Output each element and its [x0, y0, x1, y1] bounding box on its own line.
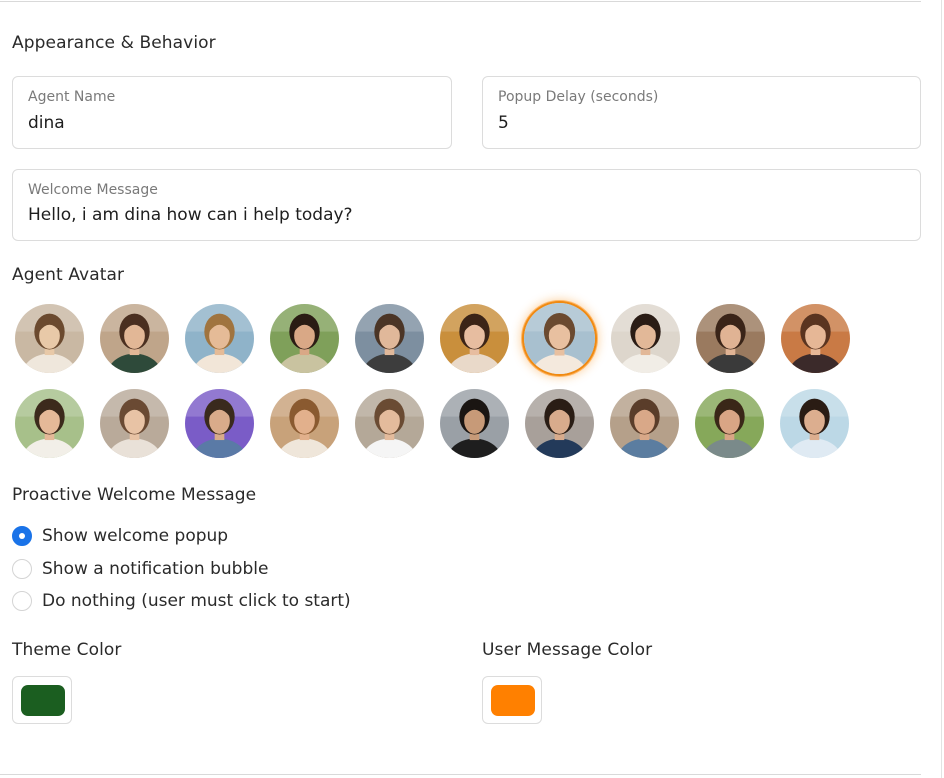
- avatar-man-coffee-icon[interactable]: [610, 389, 679, 458]
- radio-label: Do nothing (user must click to start): [42, 591, 351, 611]
- welcome-message-input[interactable]: [28, 205, 908, 225]
- avatar-woman-graffiti-icon[interactable]: [185, 389, 254, 458]
- welcome-message-field[interactable]: Welcome Message: [12, 169, 921, 241]
- welcome-message-label: Welcome Message: [28, 182, 158, 198]
- popup-delay-label: Popup Delay (seconds): [498, 89, 659, 105]
- radio-circle[interactable]: [12, 526, 32, 546]
- top-divider: [0, 1, 921, 2]
- radio-do-nothing[interactable]: Do nothing (user must click to start): [12, 591, 351, 611]
- user-message-color-picker[interactable]: [482, 676, 542, 724]
- agent-name-field[interactable]: Agent Name: [12, 76, 452, 149]
- theme-color-swatch: [21, 685, 65, 716]
- avatar-man-gym-icon[interactable]: [440, 389, 509, 458]
- avatar-woman-city-glass-icon[interactable]: [355, 304, 424, 373]
- avatar-woman-cafe-street-icon[interactable]: [100, 304, 169, 373]
- avatar-woman-phone-icon[interactable]: [355, 389, 424, 458]
- section-title: Appearance & Behavior: [12, 33, 216, 53]
- avatar-man-park-icon[interactable]: [695, 389, 764, 458]
- avatar-woman-city-street-icon[interactable]: [15, 304, 84, 373]
- agent-name-input[interactable]: [28, 113, 439, 133]
- radio-label: Show welcome popup: [42, 526, 229, 546]
- avatar-row-1: [15, 303, 850, 374]
- avatar-row-2: [15, 389, 849, 458]
- avatar-woman-juice-icon[interactable]: [15, 389, 84, 458]
- user-message-color-swatch: [491, 685, 535, 716]
- avatar-woman-curly-icon[interactable]: [270, 389, 339, 458]
- avatar-woman-coffee-cafe-icon[interactable]: [696, 304, 765, 373]
- popup-delay-input[interactable]: [498, 113, 908, 133]
- popup-delay-field[interactable]: Popup Delay (seconds): [482, 76, 921, 149]
- avatar-woman-sofa-icon[interactable]: [611, 304, 680, 373]
- proactive-title: Proactive Welcome Message: [12, 485, 257, 505]
- radio-show-welcome-popup[interactable]: Show welcome popup: [12, 526, 228, 546]
- bottom-divider: [0, 774, 921, 775]
- radio-circle[interactable]: [12, 591, 32, 611]
- agent-name-label: Agent Name: [28, 89, 116, 105]
- avatar-man-suit-icon[interactable]: [525, 389, 594, 458]
- avatar-woman-sunset-city-icon[interactable]: [781, 304, 850, 373]
- theme-color-label: Theme Color: [12, 640, 122, 660]
- avatar-woman-seaside-selected-icon[interactable]: [524, 303, 595, 374]
- avatar-woman-street-smile-icon[interactable]: [100, 389, 169, 458]
- user-message-color-label: User Message Color: [482, 640, 653, 660]
- avatar-man-beach-icon[interactable]: [780, 389, 849, 458]
- radio-circle[interactable]: [12, 559, 32, 579]
- scroll-edge: [941, 0, 942, 778]
- radio-label: Show a notification bubble: [42, 559, 269, 579]
- agent-avatar-title: Agent Avatar: [12, 265, 125, 285]
- avatar-woman-arcade-icon[interactable]: [440, 304, 509, 373]
- radio-show-notification-bubble[interactable]: Show a notification bubble: [12, 559, 268, 579]
- avatar-woman-beach-icon[interactable]: [185, 304, 254, 373]
- avatar-woman-garden-icon[interactable]: [270, 304, 339, 373]
- theme-color-picker[interactable]: [12, 676, 72, 724]
